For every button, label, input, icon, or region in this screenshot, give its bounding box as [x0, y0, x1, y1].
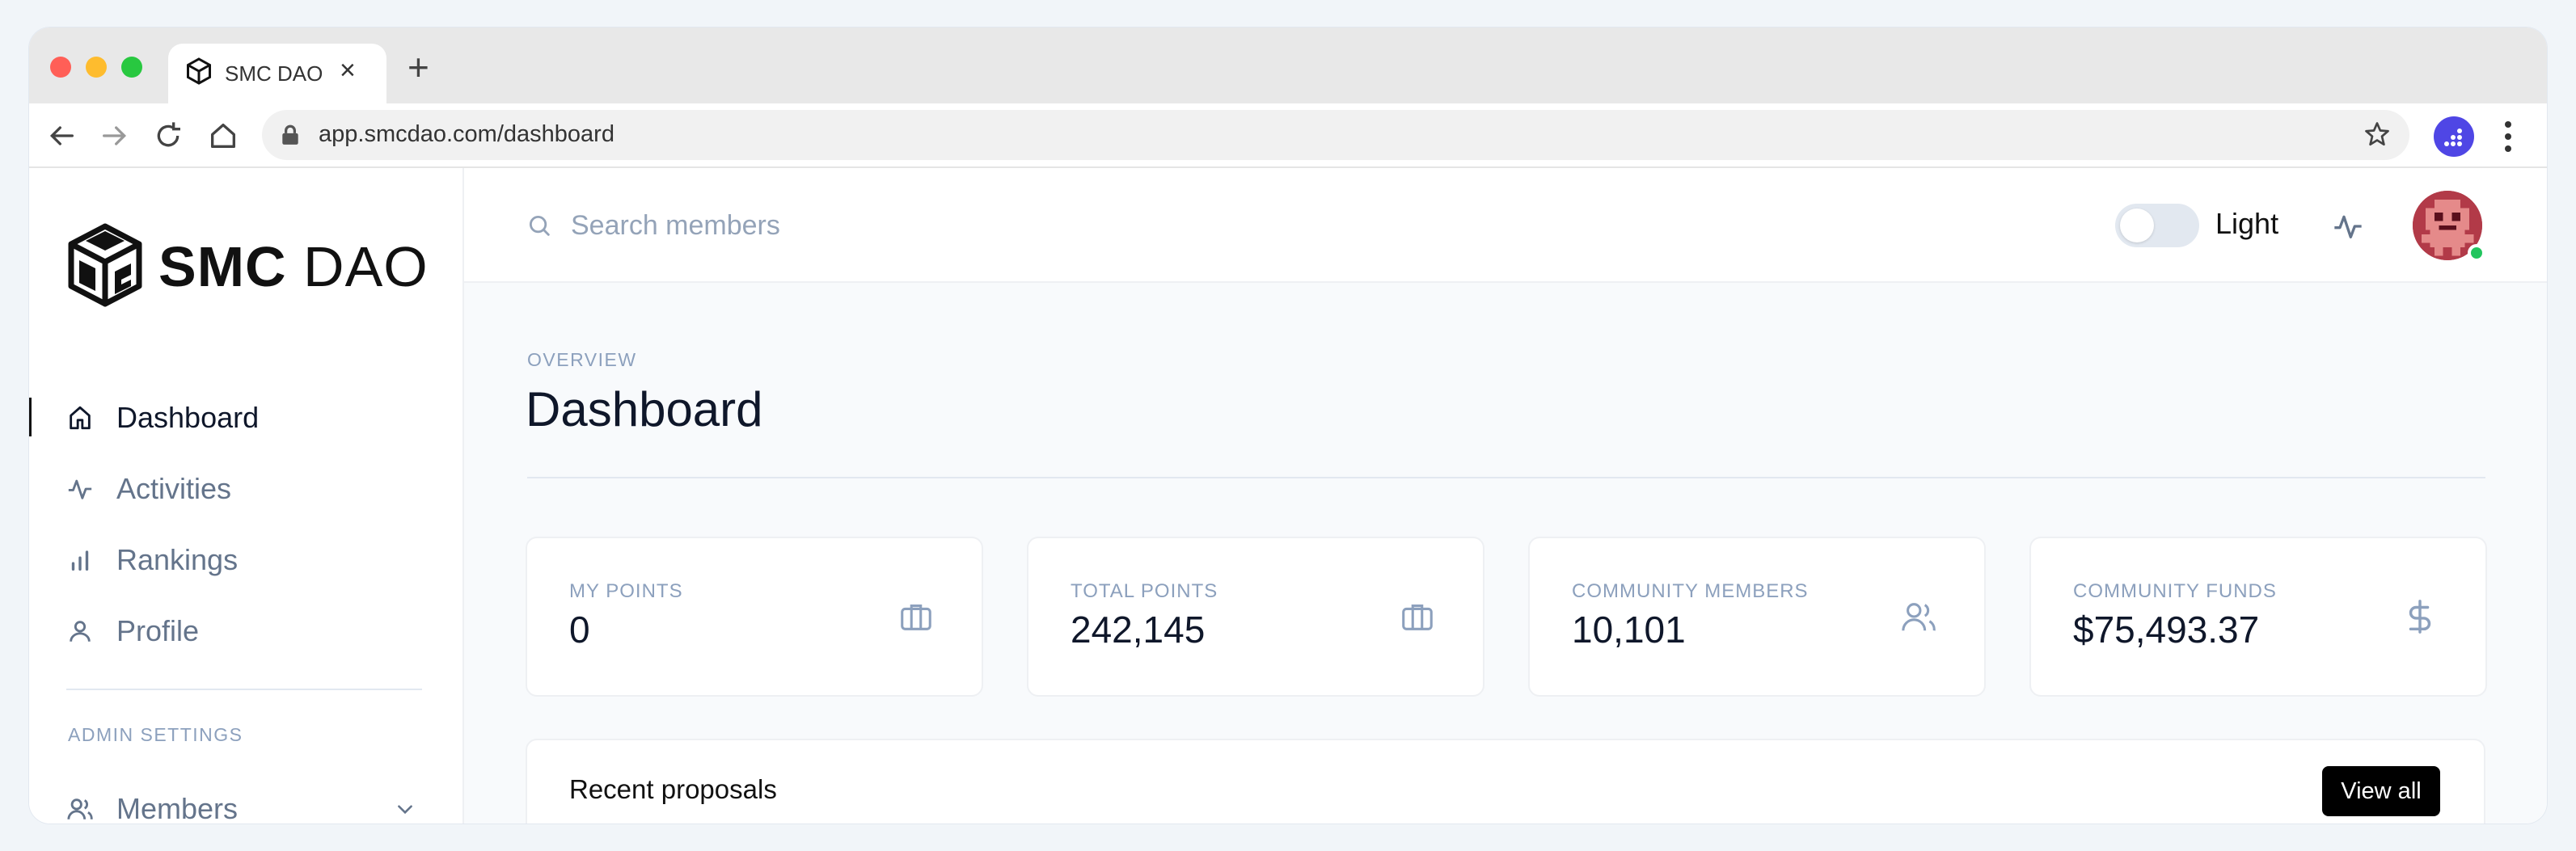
minimize-window-button[interactable] — [86, 57, 107, 78]
user-icon — [70, 621, 91, 642]
brand-name: SMC DAO — [158, 234, 429, 299]
theme-label: Light — [2215, 207, 2279, 240]
chevron-down-icon[interactable] — [395, 798, 416, 819]
browser-tab[interactable]: SMC DAO × — [168, 44, 386, 103]
activity-icon — [68, 479, 92, 499]
theme-toggle[interactable] — [2115, 204, 2199, 247]
activity-icon[interactable] — [2332, 210, 2364, 242]
browser-menu-icon[interactable] — [2503, 120, 2513, 154]
stat-card-community-funds: COMMUNITY FUNDS $75,493.37 — [2029, 537, 2487, 697]
online-status-indicator — [2468, 244, 2485, 262]
main-content: Light — [464, 168, 2547, 824]
briefcase-icon — [901, 605, 931, 630]
sidebar-item-dashboard[interactable]: Dashboard — [29, 388, 464, 446]
stat-value: 0 — [569, 609, 590, 651]
toggle-knob — [2120, 209, 2154, 242]
reload-icon[interactable] — [152, 120, 184, 152]
sidebar-item-activities[interactable]: Activities — [29, 459, 464, 517]
bookmark-star-icon[interactable] — [2363, 120, 2392, 149]
close-window-button[interactable] — [50, 57, 71, 78]
sidebar-item-label: Activities — [116, 472, 232, 505]
extension-icon[interactable] — [2434, 116, 2474, 157]
sidebar-item-members[interactable]: Members — [29, 779, 464, 824]
stat-label: TOTAL POINTS — [1071, 580, 1218, 602]
recent-proposals-panel: Recent proposals View all — [526, 739, 2485, 824]
stat-label: MY POINTS — [569, 580, 683, 602]
title-divider — [527, 477, 2485, 478]
stat-label: COMMUNITY FUNDS — [2073, 580, 2277, 602]
browser-toolbar: app.smcdao.com/dashboard — [29, 103, 2547, 168]
sidebar-item-profile[interactable]: Profile — [29, 601, 464, 659]
sidebar-divider — [66, 689, 422, 690]
dollar-icon — [2409, 600, 2431, 634]
briefcase-icon — [1402, 605, 1433, 630]
brand-name-light: DAO — [303, 235, 429, 298]
page-eyebrow: OVERVIEW — [527, 349, 637, 370]
forward-icon[interactable] — [99, 120, 131, 152]
stat-card-community-members: COMMUNITY MEMBERS 10,101 — [1528, 537, 1986, 697]
url-text: app.smcdao.com/dashboard — [319, 121, 614, 147]
search-input[interactable] — [571, 204, 1056, 247]
stat-value: 10,101 — [1572, 609, 1686, 651]
brand-name-bold: SMC — [158, 235, 287, 298]
smc-logo-icon — [68, 223, 142, 307]
back-icon[interactable] — [45, 120, 78, 152]
tab-title: SMC DAO — [225, 61, 323, 86]
stat-value: $75,493.37 — [2073, 609, 2260, 651]
admin-settings-heading: ADMIN SETTINGS — [68, 724, 243, 745]
sidebar-item-label: Rankings — [116, 543, 239, 576]
sidebar-item-label: Profile — [116, 614, 200, 647]
users-icon — [67, 798, 93, 819]
lock-icon — [282, 124, 298, 145]
users-icon — [1902, 603, 1936, 631]
top-bar: Light — [464, 168, 2547, 283]
home-icon — [70, 406, 91, 430]
tab-close-icon[interactable]: × — [340, 55, 356, 86]
recent-proposals-title: Recent proposals — [569, 774, 777, 804]
new-tab-button[interactable]: + — [408, 48, 429, 86]
stat-card-total-points: TOTAL POINTS 242,145 — [1027, 537, 1484, 697]
home-icon[interactable] — [207, 120, 239, 152]
tab-strip: SMC DAO × + — [29, 27, 2547, 103]
sidebar-item-label: Members — [116, 792, 239, 824]
page-title: Dashboard — [526, 382, 763, 436]
sidebar-item-rankings[interactable]: Rankings — [29, 530, 464, 588]
search-icon — [529, 215, 550, 236]
stat-card-my-points: MY POINTS 0 — [526, 537, 983, 697]
stat-label: COMMUNITY MEMBERS — [1572, 580, 1809, 602]
sidebar-item-label: Dashboard — [116, 401, 260, 434]
browser-window: SMC DAO × + app.smcdao.com/dashboard SMC… — [29, 27, 2547, 824]
maximize-window-button[interactable] — [121, 57, 142, 78]
cube-logo-icon — [187, 57, 211, 85]
address-bar[interactable]: app.smcdao.com/dashboard — [262, 110, 2409, 160]
sidebar: SMC DAO Dashboard Activities Rankings Pr… — [29, 168, 464, 824]
bar-chart-icon — [71, 550, 89, 571]
view-all-button[interactable]: View all — [2322, 766, 2440, 816]
stat-value: 242,145 — [1071, 609, 1206, 651]
